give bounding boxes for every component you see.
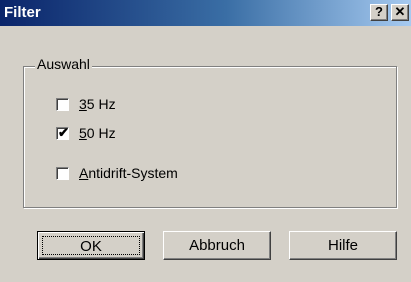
ok-button-label: OK [42, 236, 140, 255]
cancel-button[interactable]: Abbruch [163, 231, 271, 260]
window-title: Filter [4, 4, 41, 21]
checkbox-35hz[interactable]: 35 Hz [56, 95, 116, 113]
checkbox-50hz[interactable]: ✔ 50 Hz [56, 124, 116, 142]
title-bar[interactable]: Filter ? ✕ [0, 0, 411, 26]
checkbox-35hz-label[interactable]: 35 Hz [79, 96, 116, 112]
checkbox-antidrift[interactable]: Antidrift-System [56, 164, 178, 182]
filter-dialog: Filter ? ✕ Auswahl 35 Hz ✔ 50 Hz Antidri… [0, 0, 411, 282]
ok-button[interactable]: OK [37, 231, 145, 260]
checkbox-50hz-box[interactable]: ✔ [56, 124, 69, 140]
close-icon[interactable]: ✕ [391, 4, 409, 21]
help-button[interactable]: Hilfe [289, 231, 397, 260]
group-label: Auswahl [35, 56, 92, 72]
check-mark-icon: ✔ [58, 124, 69, 140]
checkbox-antidrift-label[interactable]: Antidrift-System [79, 165, 178, 181]
checkbox-35hz-box[interactable] [56, 97, 69, 111]
checkbox-antidrift-box[interactable] [56, 166, 69, 180]
help-question-icon[interactable]: ? [370, 4, 388, 21]
checkbox-50hz-label[interactable]: 50 Hz [79, 125, 116, 141]
